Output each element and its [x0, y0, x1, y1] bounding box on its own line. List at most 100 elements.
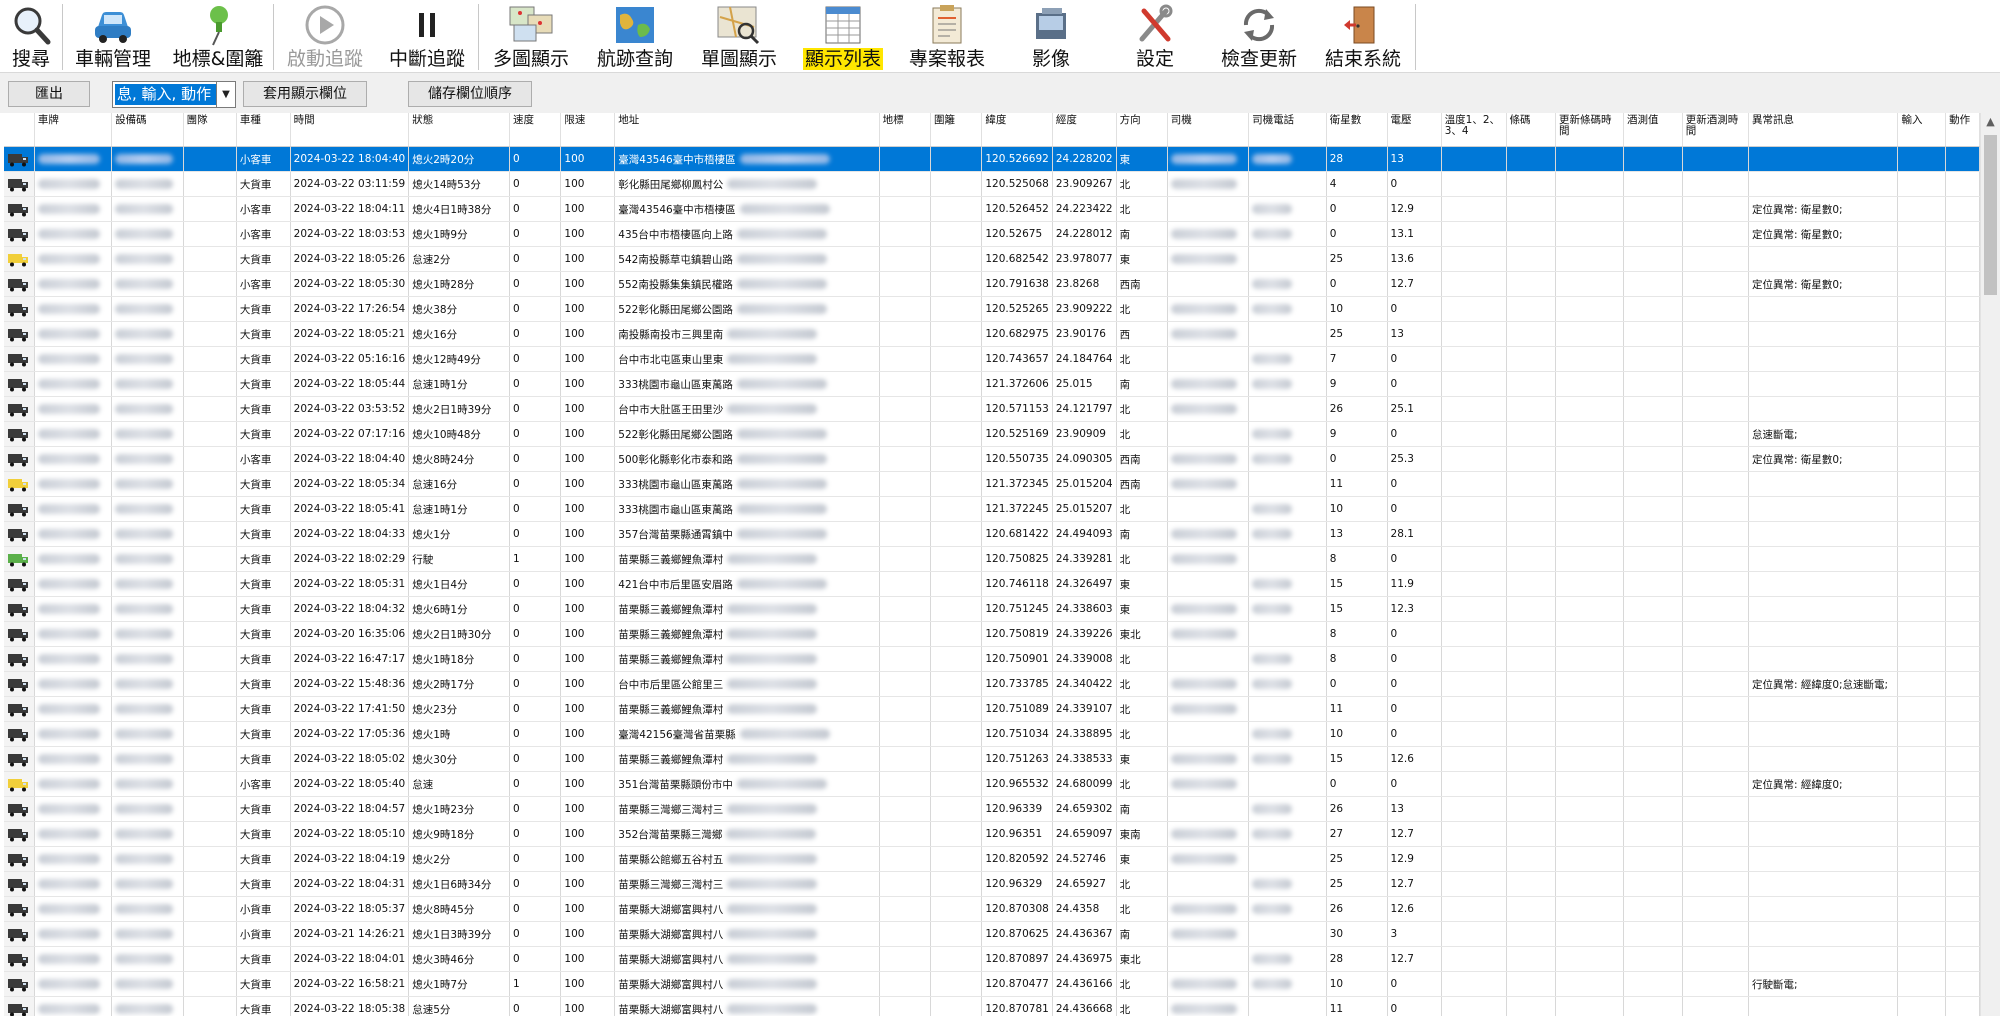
table-row[interactable]: 小貨車 2024-03-21 14:26:21 熄火1日3時39分 0 100 苗栗縣大湖…: [4, 921, 1980, 947]
column-header[interactable]: 酒測值: [1623, 113, 1683, 147]
column-header[interactable]: 動作: [1945, 113, 1980, 147]
table-row[interactable]: 大貨車 2024-03-22 18:04:33 熄火1分 0 100 357台灣苗栗縣通霄…: [4, 521, 1980, 547]
table-row[interactable]: 大貨車 2024-03-22 18:04:31 熄火1日6時34分 0 100 苗栗縣三灣…: [4, 871, 1980, 897]
column-header[interactable]: 速度: [509, 113, 562, 147]
redacted-value: [1252, 354, 1293, 364]
table-row[interactable]: 小客車 2024-03-22 18:04:11 熄火4日1時38分 0 100 臺灣435…: [4, 196, 1980, 222]
sat-cell: 27: [1326, 821, 1388, 847]
table-row[interactable]: 大貨車 2024-03-22 18:04:32 熄火6時1分 0 100 苗栗縣三義鄉鯉魚…: [4, 596, 1980, 622]
stop-tracking-button[interactable]: 中斷追蹤: [376, 0, 478, 72]
table-row[interactable]: 大貨車 2024-03-20 16:35:06 熄火2日1時30分 0 100 苗栗縣三義…: [4, 621, 1980, 647]
landmark-fence-button[interactable]: 地標&圍籬: [163, 0, 273, 72]
table-row[interactable]: 大貨車 2024-03-22 17:05:36 熄火1時 0 100 臺灣42156臺灣省…: [4, 721, 1980, 747]
settings-button[interactable]: 設定: [1103, 0, 1207, 72]
redacted-value: [727, 804, 818, 814]
column-header[interactable]: 團隊: [183, 113, 237, 147]
vehicle-status-icon-cell: [4, 421, 35, 447]
table-row[interactable]: 大貨車 2024-03-22 17:26:54 熄火38分 0 100 522彰化縣田尾鄉…: [4, 296, 1980, 322]
column-header[interactable]: 輸入: [1897, 113, 1947, 147]
table-row[interactable]: 大貨車 2024-03-22 18:04:57 熄火1時23分 0 100 苗栗縣三灣鄉三…: [4, 796, 1980, 822]
column-header[interactable]: 狀態: [408, 113, 511, 147]
project-report-button[interactable]: 專案報表: [895, 0, 999, 72]
search-button[interactable]: 搜尋: [0, 0, 62, 72]
table-row[interactable]: 大貨車 2024-03-22 18:05:44 怠速1時1分 0 100 333桃園市龜山…: [4, 371, 1980, 397]
vertical-scrollbar[interactable]: ▲: [1980, 113, 2000, 1016]
check-update-button[interactable]: 檢查更新: [1207, 0, 1311, 72]
column-header[interactable]: 溫度1、2、3、4: [1441, 113, 1507, 147]
scroll-up-icon[interactable]: ▲: [1981, 113, 2000, 131]
table-row[interactable]: 大貨車 2024-03-22 18:05:02 熄火30分 0 100 苗栗縣三義鄉鯉魚潭…: [4, 746, 1980, 772]
column-header[interactable]: 經度: [1052, 113, 1117, 147]
table-row[interactable]: 大貨車 2024-03-22 16:47:17 熄火1時18分 0 100 苗栗縣三義鄉鯉…: [4, 646, 1980, 672]
vehicle-list-grid[interactable]: 車牌 設備碼 團隊 車種 時間 狀態 速度 限速 地址 地標 圍籬 緯度 經度 方向 司機 司機電話 衛星數 電壓…: [4, 113, 1980, 1016]
column-header[interactable]: 電壓: [1387, 113, 1442, 147]
table-row[interactable]: 大貨車 2024-03-22 18:05:38 怠速5分 0 100 苗栗縣大湖鄉富興村八…: [4, 996, 1980, 1016]
table-row[interactable]: 小客車 2024-03-22 18:04:40 熄火2時20分 0 100 臺灣43546…: [4, 146, 1980, 172]
table-row[interactable]: 大貨車 2024-03-22 18:05:34 怠速16分 0 100 333桃園市龜山區…: [4, 471, 1980, 497]
vehicle-management-button[interactable]: 車輛管理: [63, 0, 163, 72]
truck-icon: [8, 153, 28, 166]
chevron-down-icon[interactable]: ▼: [216, 82, 235, 107]
column-header[interactable]: 條碼: [1506, 113, 1556, 147]
table-row[interactable]: 小客車 2024-03-22 18:04:40 熄火8時24分 0 100 500彰化縣彰…: [4, 446, 1980, 472]
column-header[interactable]: 司機: [1167, 113, 1250, 147]
redacted-value: [736, 254, 827, 264]
column-header[interactable]: 設備碼: [111, 113, 184, 147]
table-row[interactable]: 大貨車 2024-03-22 16:58:21 熄火1時7分 1 100 苗栗縣大湖鄉富興…: [4, 971, 1980, 997]
driver-cell: [1167, 421, 1250, 447]
save-column-order-button[interactable]: 儲存欄位順序: [408, 81, 532, 107]
table-row[interactable]: 大貨車 2024-03-22 18:02:29 行駛 1 100 苗栗縣三義鄉鯉魚潭村 12…: [4, 546, 1980, 572]
table-row[interactable]: 大貨車 2024-03-22 18:05:31 熄火1日4分 0 100 421台中市后里…: [4, 571, 1980, 597]
table-row[interactable]: 大貨車 2024-03-22 05:16:16 熄火12時49分 0 100 台中市北屯區…: [4, 346, 1980, 372]
column-select-dropdown[interactable]: 息, 輸入, 動作 ▼: [112, 81, 236, 108]
apply-columns-button[interactable]: 套用顯示欄位: [243, 81, 367, 107]
address-text: 352台灣苗栗縣三灣鄉: [618, 828, 723, 841]
table-row[interactable]: 大貨車 2024-03-22 18:04:19 熄火2分 0 100 苗栗縣公館鄉五谷村五…: [4, 846, 1980, 872]
show-list-button[interactable]: 顯示列表: [791, 0, 895, 72]
column-header[interactable]: 異常訊息: [1748, 113, 1899, 147]
table-row[interactable]: 大貨車 2024-03-22 18:05:10 熄火9時18分 0 100 352台灣苗栗…: [4, 821, 1980, 847]
column-header[interactable]: 緯度: [981, 113, 1053, 147]
table-row[interactable]: 大貨車 2024-03-22 18:05:26 怠速2分 0 100 542南投縣草屯鎮碧…: [4, 246, 1980, 272]
table-row[interactable]: 大貨車 2024-03-22 18:05:41 怠速1時1分 0 100 333桃園市龜山…: [4, 496, 1980, 522]
column-header[interactable]: 車種: [236, 113, 291, 147]
image-button[interactable]: 影像: [999, 0, 1103, 72]
column-header[interactable]: 更新條碼時間: [1555, 113, 1625, 147]
truck-icon: [8, 903, 28, 916]
column-header[interactable]: 衛星數: [1326, 113, 1388, 147]
table-row[interactable]: 大貨車 2024-03-22 18:05:21 熄火16分 0 100 南投縣南投市三興里…: [4, 321, 1980, 347]
input-cell: [1897, 796, 1947, 822]
table-row[interactable]: 大貨車 2024-03-22 15:48:36 熄火2時17分 0 100 台中市后里區公…: [4, 671, 1980, 697]
column-header[interactable]: 時間: [290, 113, 410, 147]
table-row[interactable]: 大貨車 2024-03-22 18:04:01 熄火3時46分 0 100 苗栗縣大湖鄉富…: [4, 946, 1980, 972]
table-row[interactable]: 大貨車 2024-03-22 17:41:50 熄火23分 0 100 苗栗縣三義鄉鯉魚潭…: [4, 696, 1980, 722]
vehicle-status-icon-cell: [4, 321, 35, 347]
table-row[interactable]: 小客車 2024-03-22 18:05:40 怠速 0 100 351台灣苗栗縣頭份市中…: [4, 771, 1980, 797]
column-header[interactable]: 圍籬: [930, 113, 983, 147]
column-header[interactable]: 地址: [614, 113, 880, 147]
table-row[interactable]: 大貨車 2024-03-22 03:53:52 熄火2日1時39分 0 100 台中市大肚…: [4, 396, 1980, 422]
vehicle-status-icon-cell: [4, 646, 35, 672]
table-row[interactable]: 小客車 2024-03-22 18:03:53 熄火1時9分 0 100 435台中市梧棲…: [4, 221, 1980, 247]
table-row[interactable]: 小貨車 2024-03-22 18:05:37 熄火8時45分 0 100 苗栗縣大湖鄉富…: [4, 896, 1980, 922]
export-button[interactable]: 匯出: [8, 81, 90, 107]
action-cell: [1945, 596, 1980, 622]
start-tracking-button[interactable]: 啟動追蹤: [274, 0, 376, 72]
input-cell: [1897, 371, 1947, 397]
single-map-button[interactable]: 單圖顯示: [687, 0, 791, 72]
multi-map-button[interactable]: 多圖顯示: [479, 0, 583, 72]
address-text: 苗栗縣三義鄉鯉魚潭村: [618, 703, 724, 716]
table-row[interactable]: 小客車 2024-03-22 18:05:30 熄火1時28分 0 100 552南投縣集…: [4, 271, 1980, 297]
table-row[interactable]: 大貨車 2024-03-22 07:17:16 熄火10時48分 0 100 522彰化縣…: [4, 421, 1980, 447]
exit-system-button[interactable]: 結束系統: [1311, 0, 1415, 72]
column-header[interactable]: 更新酒測時間: [1682, 113, 1749, 147]
column-header[interactable]: 地標: [879, 113, 932, 147]
column-header[interactable]: 限速: [560, 113, 616, 147]
address-cell: 421台中市后里區安眉路: [614, 571, 880, 597]
column-header[interactable]: 方向: [1116, 113, 1168, 147]
column-header[interactable]: 司機電話: [1248, 113, 1327, 147]
column-header[interactable]: 車牌: [34, 113, 113, 147]
scrollbar-thumb[interactable]: [1984, 135, 1997, 295]
route-query-button[interactable]: 航跡查詢: [583, 0, 687, 72]
table-row[interactable]: 大貨車 2024-03-22 03:11:59 熄火14時53分 0 100 彰化縣田尾鄉…: [4, 171, 1980, 197]
